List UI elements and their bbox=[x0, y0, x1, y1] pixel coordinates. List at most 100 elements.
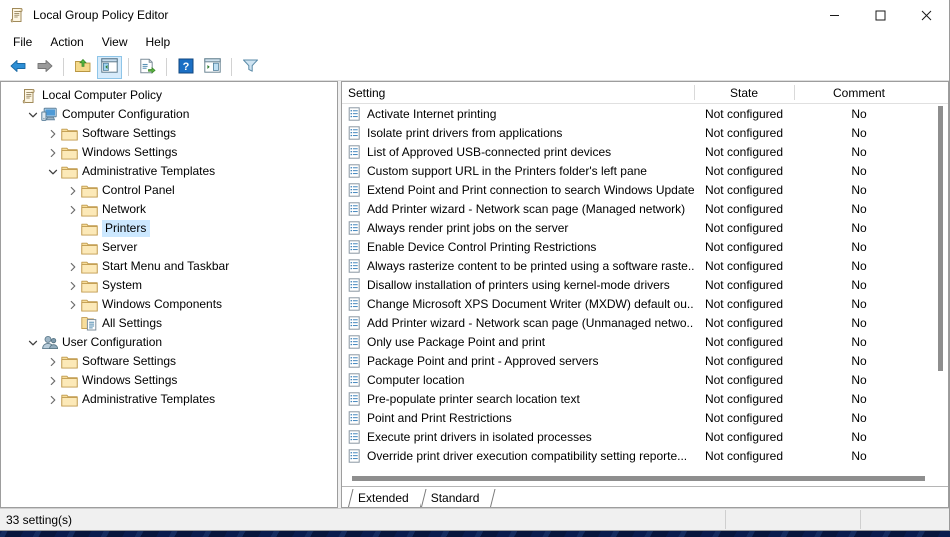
chevron-right-icon[interactable] bbox=[65, 183, 81, 199]
setting-row[interactable]: Extend Point and Print connection to sea… bbox=[342, 180, 948, 199]
tree-node-administrative-templates[interactable]: Administrative Templates bbox=[1, 390, 337, 409]
tree-node-computer-configuration[interactable]: Computer Configuration bbox=[1, 105, 337, 124]
list-horizontal-scroll-thumb[interactable] bbox=[352, 476, 925, 481]
setting-state-cell: Not configured bbox=[694, 107, 794, 121]
tree-node-label: All Settings bbox=[102, 315, 165, 332]
folder-icon bbox=[81, 202, 98, 218]
chevron-down-icon[interactable] bbox=[45, 164, 61, 180]
setting-row[interactable]: Pre-populate printer search location tex… bbox=[342, 389, 948, 408]
menu-help[interactable]: Help bbox=[137, 32, 180, 53]
close-button[interactable] bbox=[903, 0, 949, 31]
setting-row[interactable]: Override print driver execution compatib… bbox=[342, 446, 948, 465]
tree-node-windows-settings[interactable]: Windows Settings bbox=[1, 371, 337, 390]
console-tree-pane[interactable]: Local Computer PolicyComputer Configurat… bbox=[0, 81, 338, 508]
chevron-right-icon[interactable] bbox=[45, 126, 61, 142]
up-one-level-button[interactable] bbox=[70, 56, 95, 79]
chevron-right-icon[interactable] bbox=[45, 373, 61, 389]
tree-node-all-settings[interactable]: All Settings bbox=[1, 314, 337, 333]
setting-name-cell: List of Approved USB-connected print dev… bbox=[342, 145, 694, 159]
menu-view[interactable]: View bbox=[93, 32, 137, 53]
setting-state-cell: Not configured bbox=[694, 392, 794, 406]
export-list-button[interactable] bbox=[135, 56, 160, 79]
tree-node-control-panel[interactable]: Control Panel bbox=[1, 181, 337, 200]
column-divider-2[interactable] bbox=[794, 85, 795, 100]
tree-node-windows-settings[interactable]: Windows Settings bbox=[1, 143, 337, 162]
setting-state-cell: Not configured bbox=[694, 126, 794, 140]
toolbar: ? bbox=[0, 54, 949, 81]
setting-name-cell: Change Microsoft XPS Document Writer (MX… bbox=[342, 297, 694, 311]
show-hide-action-pane-button[interactable] bbox=[200, 56, 225, 79]
back-button[interactable] bbox=[5, 56, 30, 79]
setting-row[interactable]: Add Printer wizard - Network scan page (… bbox=[342, 199, 948, 218]
tree-node-network[interactable]: Network bbox=[1, 200, 337, 219]
setting-row[interactable]: Isolate print drivers from applications N… bbox=[342, 123, 948, 142]
chevron-right-icon[interactable] bbox=[45, 145, 61, 161]
tree-node-user-configuration[interactable]: User Configuration bbox=[1, 333, 337, 352]
settings-list[interactable]: Activate Internet printingNot configured… bbox=[342, 104, 948, 486]
menu-action[interactable]: Action bbox=[41, 32, 92, 53]
help-button[interactable]: ? bbox=[173, 56, 198, 79]
twisty-placeholder bbox=[65, 240, 81, 256]
tree-node-label: Start Menu and Taskbar bbox=[102, 258, 232, 275]
setting-state-cell: Not configured bbox=[694, 373, 794, 387]
setting-row[interactable]: Enable Device Control Printing Restricti… bbox=[342, 237, 948, 256]
tree-node-software-settings[interactable]: Software Settings bbox=[1, 124, 337, 143]
maximize-button[interactable] bbox=[857, 0, 903, 31]
list-horizontal-scrollbar[interactable] bbox=[342, 471, 933, 486]
setting-comment-cell: No bbox=[794, 335, 948, 349]
menu-file[interactable]: File bbox=[4, 32, 41, 53]
tree-node-administrative-templates[interactable]: Administrative Templates bbox=[1, 162, 337, 181]
setting-row[interactable]: Change Microsoft XPS Document Writer (MX… bbox=[342, 294, 948, 313]
column-divider-1[interactable] bbox=[694, 85, 695, 100]
chevron-right-icon[interactable] bbox=[65, 202, 81, 218]
setting-row[interactable]: Point and Print RestrictionsNot configur… bbox=[342, 408, 948, 427]
setting-name-cell: Override print driver execution compatib… bbox=[342, 449, 694, 463]
setting-name-label: Isolate print drivers from applications bbox=[367, 126, 562, 140]
filter-button[interactable] bbox=[238, 56, 263, 79]
tab-standard[interactable]: Standard bbox=[421, 489, 492, 507]
setting-row[interactable]: Always rasterize content to be printed u… bbox=[342, 256, 948, 275]
chevron-right-icon[interactable] bbox=[45, 354, 61, 370]
tab-extended[interactable]: Extended bbox=[348, 489, 421, 507]
computer-icon bbox=[41, 107, 58, 123]
column-header-comment[interactable]: Comment bbox=[794, 82, 948, 103]
tree-node-start-menu-and-taskbar[interactable]: Start Menu and Taskbar bbox=[1, 257, 337, 276]
tree-node-server[interactable]: Server bbox=[1, 238, 337, 257]
chevron-right-icon[interactable] bbox=[65, 259, 81, 275]
setting-row[interactable]: Only use Package Point and printNot conf… bbox=[342, 332, 948, 351]
setting-row[interactable]: Computer locationNot configuredNo bbox=[342, 370, 948, 389]
tree-node-system[interactable]: System bbox=[1, 276, 337, 295]
column-header-setting[interactable]: Setting bbox=[342, 82, 694, 103]
minimize-button[interactable] bbox=[811, 0, 857, 31]
setting-row[interactable]: Custom support URL in the Printers folde… bbox=[342, 161, 948, 180]
list-vertical-scroll-thumb[interactable] bbox=[938, 106, 943, 371]
tree-node-label: System bbox=[102, 277, 145, 294]
column-header-state[interactable]: State bbox=[694, 82, 794, 103]
setting-row[interactable]: Execute print drivers in isolated proces… bbox=[342, 427, 948, 446]
setting-row[interactable]: Activate Internet printingNot configured… bbox=[342, 104, 948, 123]
title-bar[interactable]: Local Group Policy Editor bbox=[0, 0, 949, 31]
forward-button[interactable] bbox=[32, 56, 57, 79]
chevron-right-icon[interactable] bbox=[45, 392, 61, 408]
policy-setting-icon bbox=[348, 126, 362, 140]
setting-row[interactable]: Disallow installation of printers using … bbox=[342, 275, 948, 294]
chevron-down-icon[interactable] bbox=[25, 107, 41, 123]
tree-node-software-settings[interactable]: Software Settings bbox=[1, 352, 337, 371]
funnel-filter-icon bbox=[242, 58, 259, 76]
chevron-down-icon[interactable] bbox=[25, 335, 41, 351]
tree-node-windows-components[interactable]: Windows Components bbox=[1, 295, 337, 314]
tree-node-printers[interactable]: Printers bbox=[1, 219, 337, 238]
chevron-right-icon[interactable] bbox=[65, 278, 81, 294]
setting-row[interactable]: Package Point and print - Approved serve… bbox=[342, 351, 948, 370]
chevron-right-icon[interactable] bbox=[65, 297, 81, 313]
setting-state-cell: Not configured bbox=[694, 411, 794, 425]
setting-comment-cell: No bbox=[794, 164, 948, 178]
setting-row[interactable]: Always render print jobs on the serverNo… bbox=[342, 218, 948, 237]
setting-row[interactable]: Add Printer wizard - Network scan page (… bbox=[342, 313, 948, 332]
setting-comment-cell: No bbox=[794, 430, 948, 444]
setting-row[interactable]: List of Approved USB-connected print dev… bbox=[342, 142, 948, 161]
show-hide-console-tree-button[interactable] bbox=[97, 56, 122, 79]
setting-name-label: List of Approved USB-connected print dev… bbox=[367, 145, 611, 159]
tree-node-local-computer-policy[interactable]: Local Computer Policy bbox=[1, 86, 337, 105]
list-vertical-scrollbar[interactable] bbox=[933, 104, 948, 471]
